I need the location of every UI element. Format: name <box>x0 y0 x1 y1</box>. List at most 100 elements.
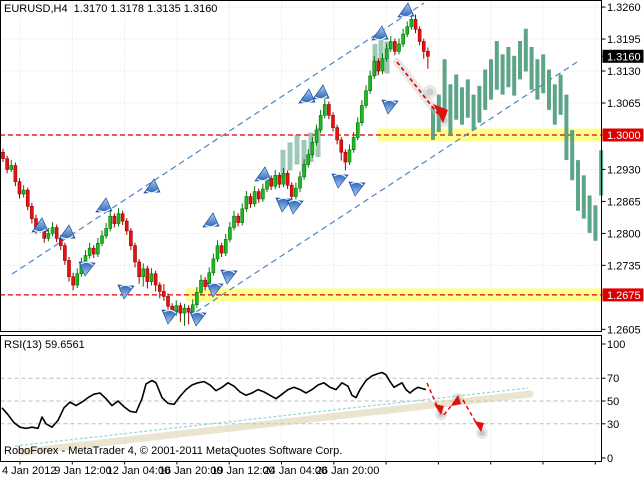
shadow-blob <box>479 430 485 436</box>
candle-body <box>348 150 351 162</box>
current-price-marker-label: 1.3160 <box>607 51 641 63</box>
candle-body <box>398 44 401 51</box>
copyright-text: RoboForex - MetaTrader 4, © 2001-2011 Me… <box>4 445 342 457</box>
candle-body <box>142 269 145 277</box>
candle-body <box>381 59 384 71</box>
rsi-axis-label: 0 <box>607 453 613 465</box>
candle-body <box>356 123 359 138</box>
chart-canvas[interactable]: 1.32601.31951.31301.30651.29301.28651.28… <box>0 0 644 480</box>
candle-body <box>88 248 91 255</box>
candle-body <box>360 105 363 122</box>
forecast-bar <box>588 196 592 233</box>
candle-body <box>377 61 380 71</box>
forecast-bar <box>512 56 516 96</box>
candle-body <box>290 185 293 196</box>
candle-body <box>307 155 310 165</box>
candle-body <box>373 61 376 76</box>
candle-body <box>30 206 33 218</box>
candle-body <box>68 260 71 276</box>
candle-body <box>414 19 417 29</box>
candle-body <box>286 173 289 185</box>
price-axis-label: 1.3065 <box>607 98 641 110</box>
candle-body <box>191 305 194 312</box>
candle-body <box>76 274 79 285</box>
candle-body <box>212 259 215 273</box>
forecast-bar <box>570 130 574 180</box>
candle-body <box>2 152 5 158</box>
candle-body <box>138 262 141 277</box>
forecast-bar <box>541 54 545 93</box>
price-axis-label: 1.3130 <box>607 66 641 78</box>
rsi-line <box>2 373 426 429</box>
candle-body <box>406 27 409 34</box>
candle-body <box>158 285 161 291</box>
forecast-bar <box>547 70 551 110</box>
candle-body <box>319 115 322 130</box>
candle-body <box>26 190 29 206</box>
candle-body <box>105 228 108 235</box>
candle-body <box>14 166 17 182</box>
candle-body <box>245 197 248 209</box>
rsi-axis-label: 70 <box>607 373 619 385</box>
candle-body <box>125 221 128 231</box>
candle-body <box>204 280 207 286</box>
candle-body <box>228 227 231 239</box>
candle-body <box>303 165 306 177</box>
forecast-bar <box>483 70 487 110</box>
candle-body <box>162 291 165 296</box>
forecast-bar <box>489 59 493 99</box>
candle-body <box>113 216 116 223</box>
candle-body <box>187 308 190 312</box>
time-axis-label: 26 Jan 20:00 <box>316 465 380 477</box>
forecast-bar <box>495 41 499 90</box>
price-axis-label: 1.2800 <box>607 228 641 240</box>
candle-body <box>96 243 99 254</box>
candle-body <box>220 246 223 253</box>
candle-body <box>179 306 182 313</box>
upper-channel-trendline <box>12 3 424 274</box>
forecast-bar <box>477 86 481 123</box>
candle-body <box>278 175 281 184</box>
price-pane-frame <box>1 1 602 332</box>
candle-body <box>369 76 372 91</box>
price-axis-label: 1.2605 <box>607 324 641 336</box>
forecast-bar <box>530 47 534 90</box>
price-axis-label: 1.2930 <box>607 164 641 176</box>
candle-body <box>154 274 157 285</box>
candle-body <box>299 177 302 188</box>
candle-body <box>418 29 421 41</box>
candle-body <box>121 214 124 221</box>
forecast-overlay-bar <box>288 142 293 170</box>
candle-body <box>410 19 413 26</box>
candle-body <box>323 104 326 115</box>
candle-body <box>101 236 104 243</box>
candle-body <box>402 34 405 44</box>
candle-body <box>422 42 425 52</box>
candle-body <box>365 91 368 106</box>
candle-body <box>393 42 396 52</box>
candle-body <box>253 192 256 204</box>
candle-body <box>134 246 137 262</box>
forecast-overlay-bar <box>295 135 300 165</box>
candle-body <box>59 238 62 245</box>
time-axis-label: 4 Jan 2012 <box>2 465 56 477</box>
candle-body <box>237 216 240 222</box>
candle-body <box>311 142 314 154</box>
forecast-bar <box>518 41 522 79</box>
forecast-bar <box>472 95 476 130</box>
candle-body <box>167 296 170 306</box>
candle-body <box>55 227 58 238</box>
forecast-bar <box>576 160 580 211</box>
price-axis-label: 1.2735 <box>607 260 641 272</box>
support-level-marker-label: 1.2675 <box>607 290 641 302</box>
forecast-bar <box>466 79 470 117</box>
candle-body <box>63 246 66 261</box>
forecast-bar <box>524 29 528 72</box>
candle-body <box>344 152 347 162</box>
forecast-bar <box>501 54 505 94</box>
candle-body <box>385 49 388 59</box>
candle-body <box>249 197 252 204</box>
candle-body <box>224 239 227 253</box>
forecast-bar <box>593 205 597 240</box>
candle-body <box>233 216 236 227</box>
